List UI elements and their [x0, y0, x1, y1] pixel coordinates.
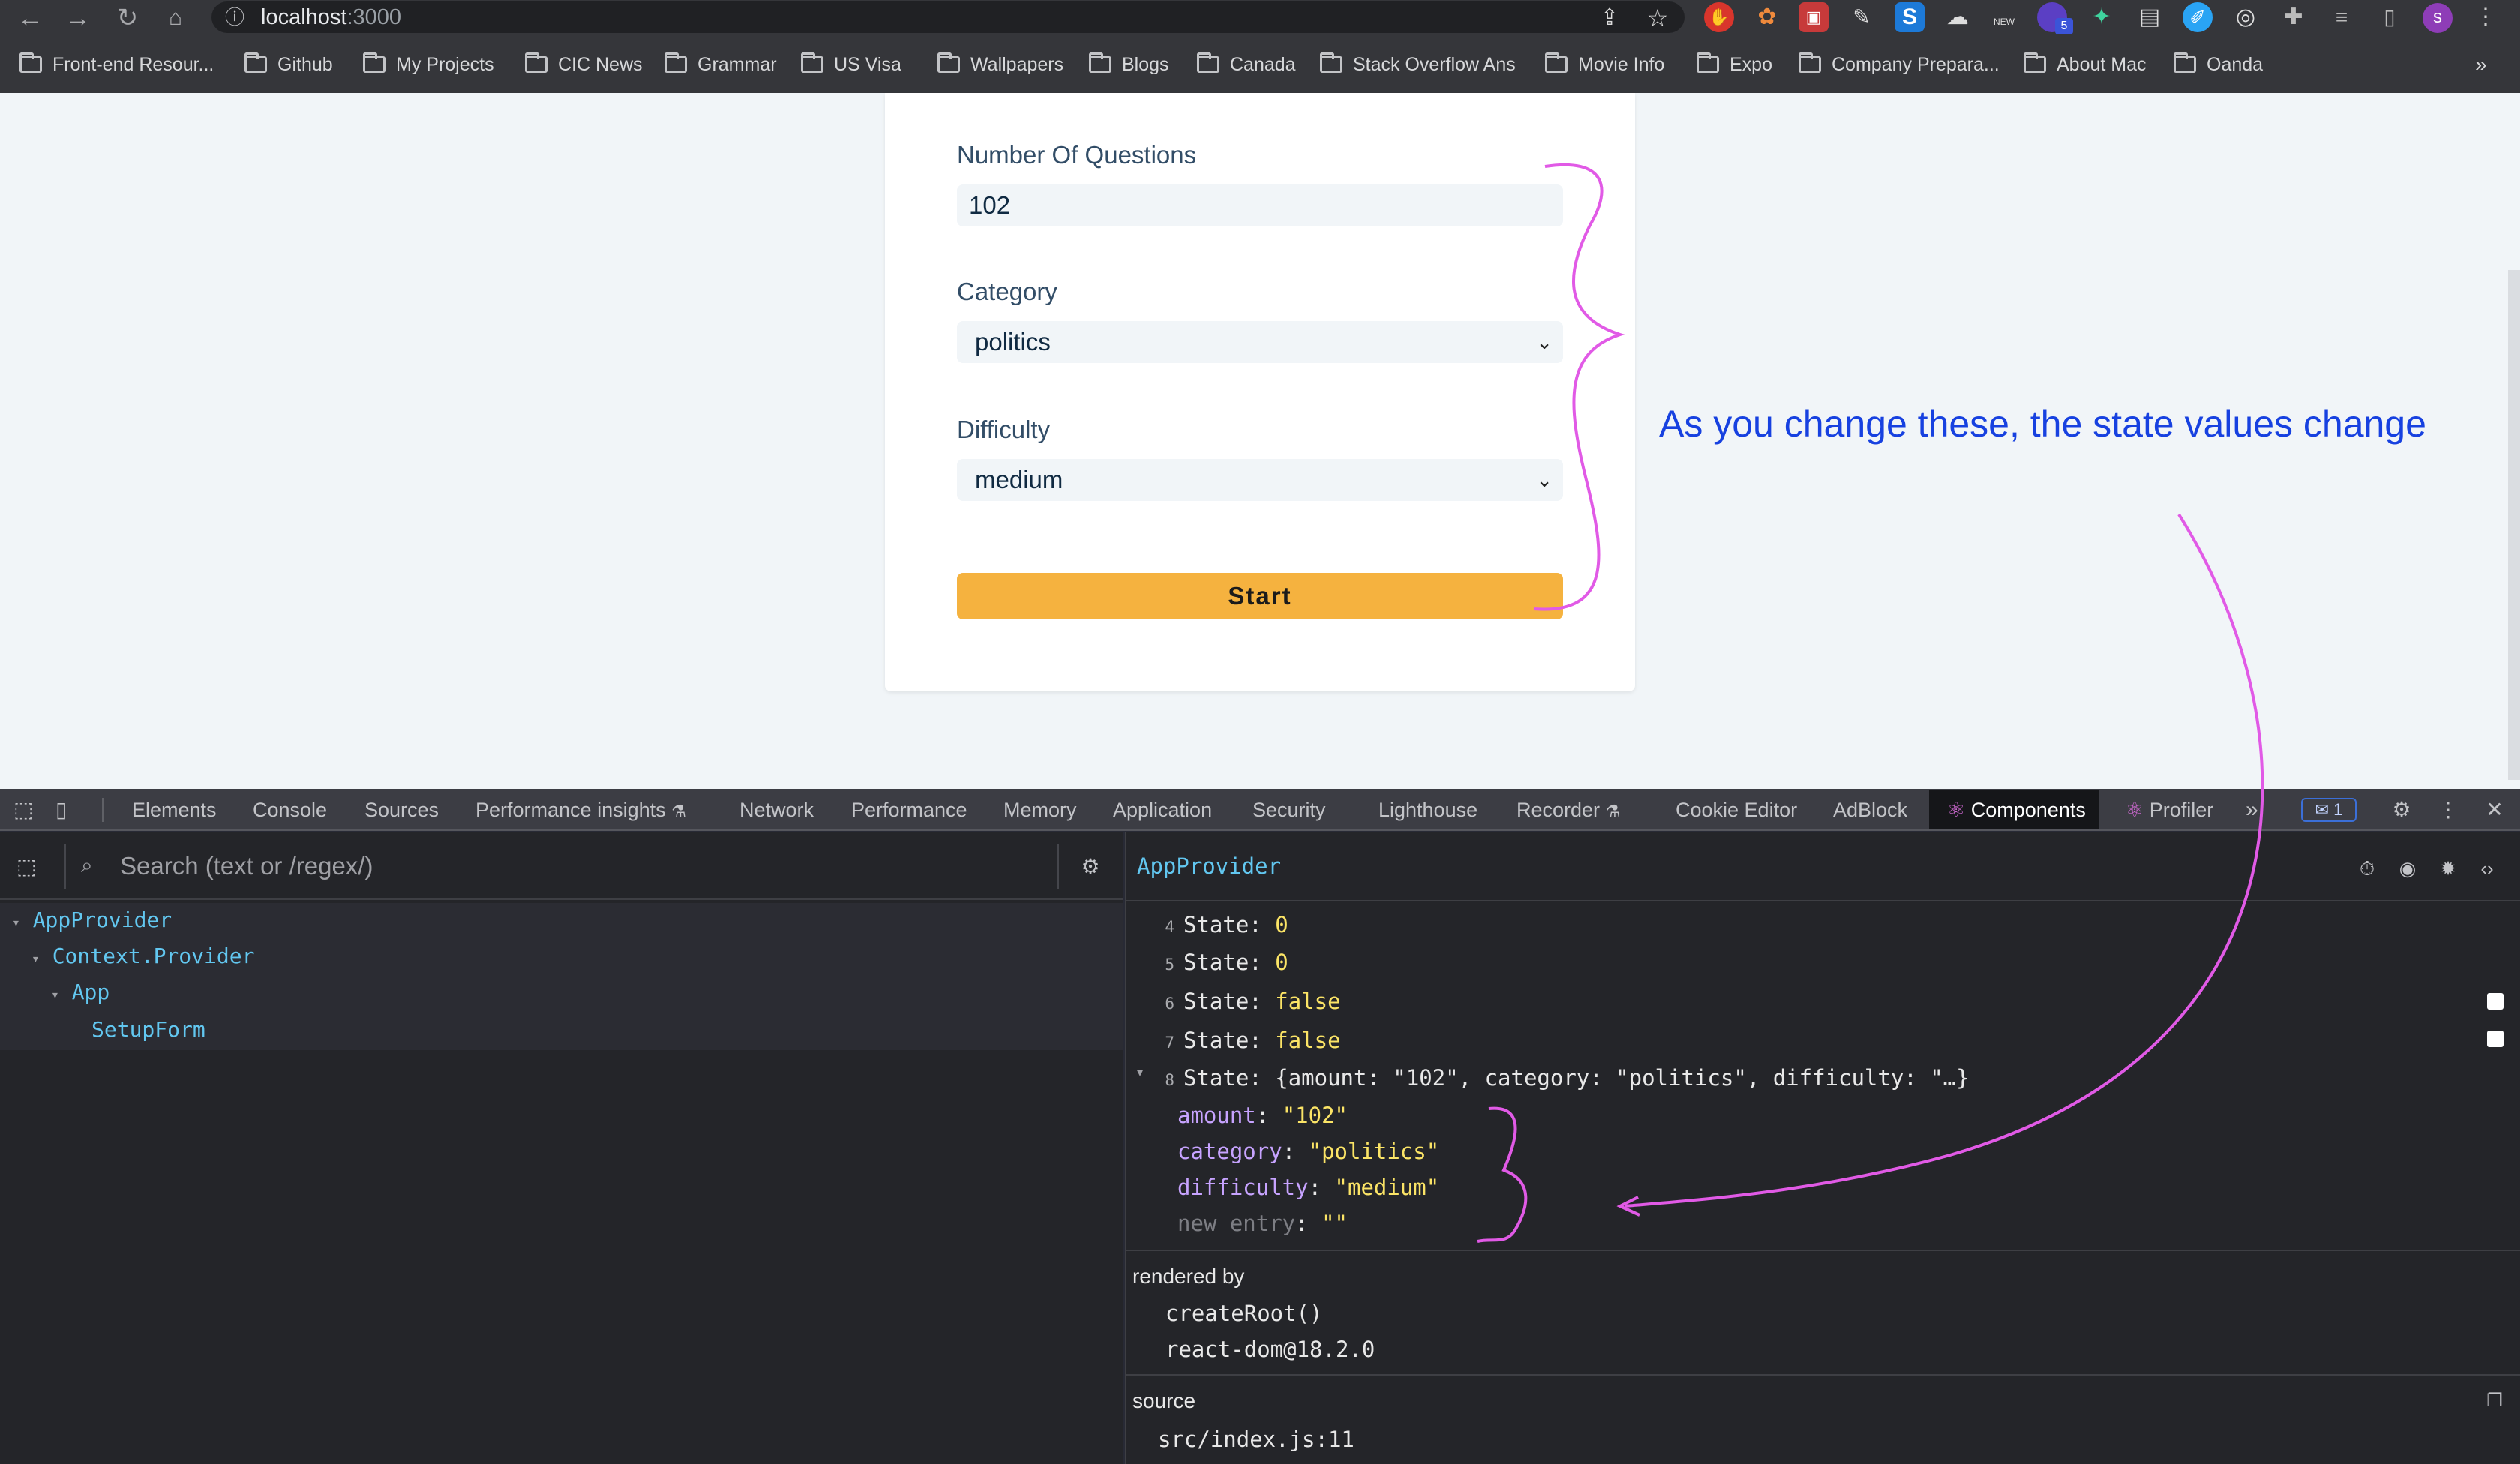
annotation-brace-state	[1477, 1106, 1528, 1243]
annotation-overlay	[1477, 163, 2264, 1243]
annotation-arrow	[1624, 513, 2264, 1208]
annotation-brace-form	[1533, 163, 1625, 611]
